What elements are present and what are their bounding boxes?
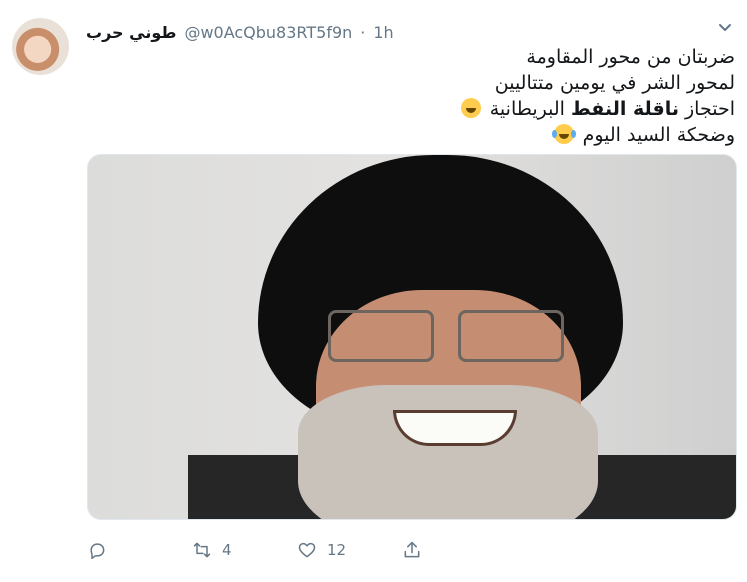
image-smile: [393, 410, 517, 446]
separator-dot: ·: [360, 22, 366, 42]
chevron-down-icon[interactable]: [717, 20, 733, 36]
tweet-text-line-3-post: البريطانية: [489, 98, 571, 120]
tweet-actions: 4 12: [87, 538, 507, 562]
like-button[interactable]: 12: [297, 540, 402, 560]
tweet-text-line-3: احتجاز ناقلة النفط البريطانية: [335, 96, 735, 122]
tweet-text-line-3-bold: ناقلة النفط: [570, 98, 679, 120]
heart-icon: [298, 542, 316, 558]
retweet-button[interactable]: 4: [192, 540, 297, 560]
face-with-tears-of-joy-icon: [551, 124, 574, 144]
like-count: 12: [327, 541, 347, 559]
image-glasses-right-lens: [458, 310, 564, 362]
retweet-count: 4: [222, 541, 232, 559]
tweet-text-line-4: وضحكة السيد اليوم: [335, 122, 735, 148]
tweet-text-line-2: لمحور الشر في يومين متتاليين: [494, 72, 735, 94]
tweet-text-line-1: ضربتان من محور المقاومة: [526, 46, 735, 68]
grinning-face-icon: [460, 98, 481, 118]
image-glasses: [328, 310, 568, 362]
share-icon: [404, 541, 420, 558]
retweet-icon: [193, 542, 211, 558]
image-glasses-left-lens: [328, 310, 434, 362]
avatar[interactable]: [12, 18, 69, 75]
share-button[interactable]: [402, 540, 507, 560]
tweet-text-line-4-text: وضحكة السيد اليوم: [582, 124, 735, 146]
tweet-text: ضربتان من محور المقاومة لمحور الشر في يو…: [335, 44, 735, 148]
timestamp[interactable]: 1h: [373, 23, 393, 42]
reply-icon: [90, 543, 105, 560]
tweet-text-line-3-pre: احتجاز: [678, 98, 735, 120]
handle[interactable]: @w0AcQbu83RT5f9n: [184, 23, 352, 42]
tweet-image[interactable]: [87, 154, 737, 520]
image-beard: [298, 385, 598, 519]
display-name[interactable]: طوني حرب: [86, 23, 176, 42]
tweet-header: طوني حرب @w0AcQbu83RT5f9n · 1h: [86, 20, 707, 44]
tweet[interactable]: طوني حرب @w0AcQbu83RT5f9n · 1h ضربتان من…: [0, 0, 747, 582]
reply-button[interactable]: [87, 540, 192, 560]
